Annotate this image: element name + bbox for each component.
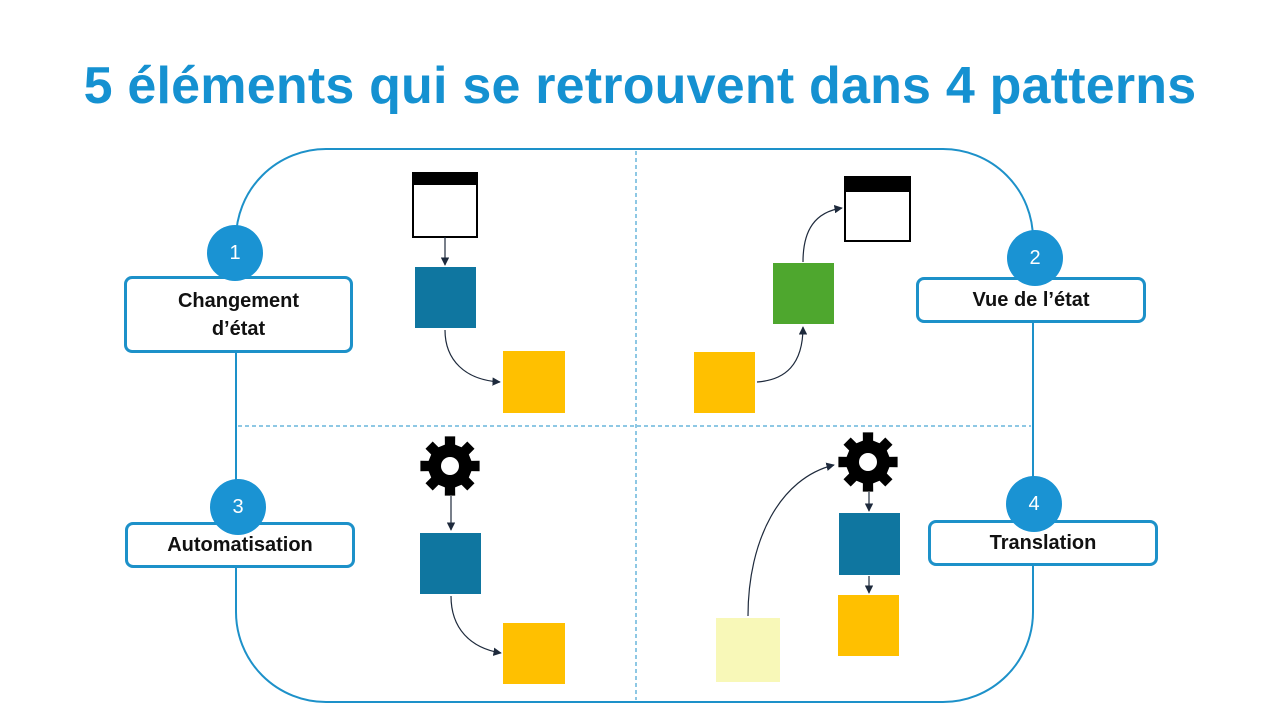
gear-icon (420, 436, 480, 496)
arrow-event-to-readmodel (756, 326, 808, 383)
event-sticky (838, 595, 899, 656)
ui-window-icon (412, 172, 478, 238)
command-sticky (839, 513, 900, 575)
arrow-command-to-event (444, 329, 501, 386)
pattern-number-badge: 2 (1007, 230, 1063, 286)
pattern-label-text: Translation (989, 532, 1097, 554)
pattern-number-badge: 3 (210, 479, 266, 535)
read-model-sticky (773, 263, 834, 324)
pattern-label-text: Vue de l’état (972, 289, 1090, 311)
gear-icon (838, 432, 898, 492)
badge-number: 1 (229, 241, 241, 264)
pattern-label-changement-etat: Changement d’état (124, 276, 353, 353)
arrow-command-to-event (450, 595, 502, 656)
arrow-readmodel-to-view (802, 204, 843, 263)
pattern-label-text: Changement d’état (177, 289, 300, 340)
ui-window-icon (844, 176, 911, 242)
arrow-external-to-gear (747, 462, 835, 617)
badge-number: 4 (1028, 492, 1040, 515)
patterns-diagram (235, 148, 1034, 703)
gear-hole (859, 453, 877, 471)
command-sticky (420, 533, 481, 594)
badge-number: 3 (232, 495, 244, 518)
pattern-number-badge: 1 (207, 225, 263, 281)
event-sticky (503, 623, 565, 684)
external-event-sticky (716, 618, 780, 682)
event-sticky (503, 351, 565, 413)
badge-number: 2 (1029, 246, 1041, 269)
gear-hole (441, 457, 459, 475)
event-sticky (694, 352, 755, 413)
pattern-number-badge: 4 (1006, 476, 1062, 532)
pattern-label-text: Automatisation (167, 534, 313, 556)
command-sticky (415, 267, 476, 328)
